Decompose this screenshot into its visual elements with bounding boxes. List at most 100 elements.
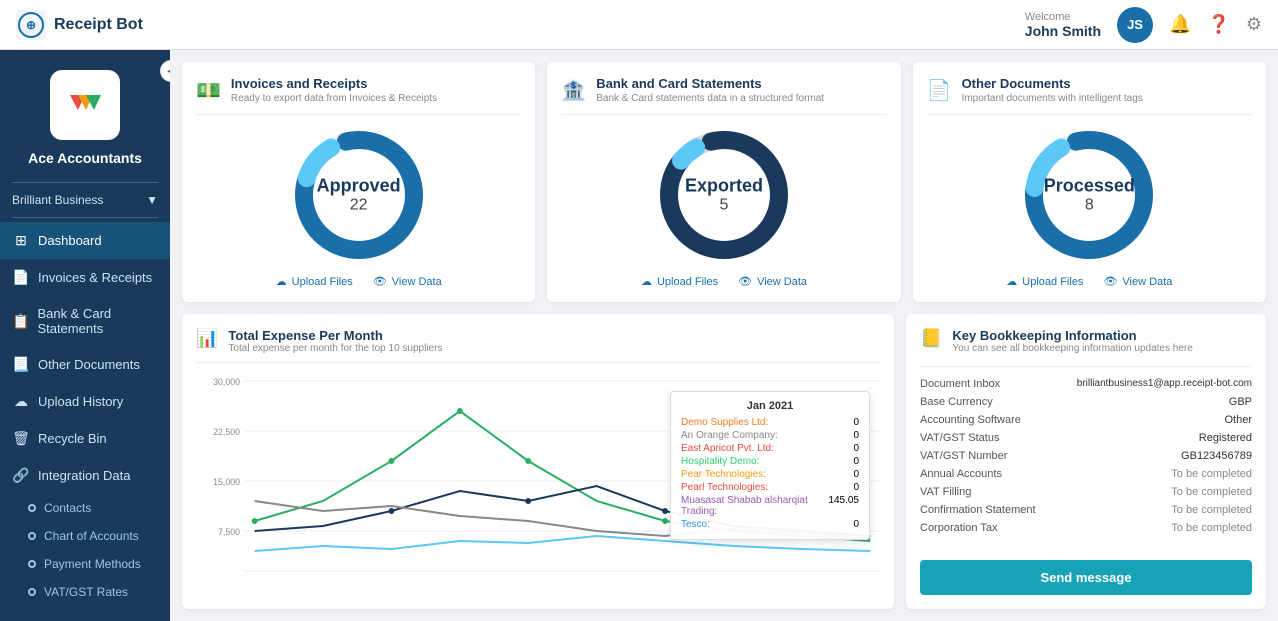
other-view-icon: 👁 <box>1103 275 1117 288</box>
chart-tooltip: Jan 2021 Demo Supplies Ltd: 0 An Orange … <box>670 391 870 540</box>
invoices-actions: ☁ Upload Files 👁 View Data <box>276 275 442 288</box>
chart-subtitle: Total expense per month for the top 10 s… <box>228 343 442 354</box>
info-row-6: VAT Filling To be completed <box>920 483 1252 501</box>
sidebar-item-recycle[interactable]: 🗑 Recycle Bin <box>0 420 170 457</box>
help-icon[interactable]: ❓ <box>1207 14 1229 35</box>
main-layout: ◀ Ace Accountants Brilliant Business ▼ ⊞… <box>0 50 1278 621</box>
company-logo-icon <box>60 85 110 125</box>
other-docs-actions: ☁ Upload Files 👁 View Data <box>1006 275 1172 288</box>
sidebar-item-contacts[interactable]: Contacts <box>0 494 170 522</box>
tooltip-row-6: Muasasat Shabab alsharqiat Trading: 145.… <box>681 494 859 518</box>
other-docs-donut: Processed 8 <box>1019 125 1159 265</box>
chart-divider <box>196 362 880 363</box>
bank-donut: Exported 5 <box>654 125 794 265</box>
company-name: Ace Accountants <box>28 150 142 166</box>
sidebar-item-bank[interactable]: 📋 Bank & Card Statements <box>0 296 170 346</box>
sidebar-item-integration[interactable]: 🔗 Integration Data <box>0 457 170 494</box>
bank-upload-icon: ☁ <box>641 275 652 288</box>
integration-icon: 🔗 <box>12 467 30 484</box>
invoices-upload-btn[interactable]: ☁ Upload Files <box>276 275 353 288</box>
bank-card-title: Bank and Card Statements <box>596 76 824 91</box>
info-row-7: Confirmation Statement To be completed <box>920 501 1252 519</box>
sidebar-item-other-docs[interactable]: 📃 Other Documents <box>0 346 170 383</box>
sub-dot-contacts <box>28 504 36 512</box>
org-selector[interactable]: Brilliant Business ▼ <box>0 187 170 213</box>
upload-icon: ☁ <box>12 393 30 410</box>
info-row-2: Accounting Software Other <box>920 411 1252 429</box>
sidebar-item-upload[interactable]: ☁ Upload History <box>0 383 170 420</box>
svg-text:15,000: 15,000 <box>213 477 240 487</box>
sub-dot-chart <box>28 532 36 540</box>
tooltip-row-2: East Apricot Pvt. Ltd: 0 <box>681 442 859 455</box>
other-docs-card-subtitle: Important documents with intelligent tag… <box>962 93 1143 104</box>
tooltip-row-5: Pearl Technologies: 0 <box>681 481 859 494</box>
bank-view-icon: 👁 <box>738 275 752 288</box>
bank-divider <box>561 114 886 115</box>
invoices-icon: 📄 <box>12 269 30 286</box>
info-row-5: Annual Accounts To be completed <box>920 465 1252 483</box>
sub-dot-vat <box>28 588 36 596</box>
other-docs-card-icon: 📄 <box>927 78 952 103</box>
svg-text:30,000: 30,000 <box>213 377 240 387</box>
bookkeeping-header: 📒 Key Bookkeeping Information You can se… <box>920 328 1252 354</box>
sidebar-divider-1 <box>12 182 158 183</box>
other-upload-icon: ☁ <box>1006 275 1017 288</box>
bank-card-header: 🏦 Bank and Card Statements Bank & Card s… <box>561 76 886 104</box>
send-message-button[interactable]: Send message <box>920 560 1252 595</box>
sidebar-item-invoices[interactable]: 📄 Invoices & Receipts <box>0 259 170 296</box>
other-docs-card-header: 📄 Other Documents Important documents wi… <box>927 76 1252 104</box>
info-row-4: VAT/GST Number GB123456789 <box>920 447 1252 465</box>
svg-text:22,500: 22,500 <box>213 427 240 437</box>
invoices-card-header: 💵 Invoices and Receipts Ready to export … <box>196 76 521 104</box>
info-row-1: Base Currency GBP <box>920 393 1252 411</box>
other-docs-card-title: Other Documents <box>962 76 1143 91</box>
settings-icon[interactable]: ⚙ <box>1246 14 1262 35</box>
view-data-icon: 👁 <box>373 275 387 288</box>
sidebar-logo-area: Ace Accountants <box>0 50 170 178</box>
bank-upload-btn[interactable]: ☁ Upload Files <box>641 275 718 288</box>
other-docs-status: Processed <box>1044 176 1135 197</box>
invoices-divider <box>196 114 521 115</box>
top-nav-right: Welcome John Smith JS 🔔 ❓ ⚙ <box>1025 7 1262 43</box>
bell-icon[interactable]: 🔔 <box>1169 14 1191 35</box>
bank-count: 5 <box>685 197 763 215</box>
user-info: Welcome John Smith <box>1025 11 1101 39</box>
avatar[interactable]: JS <box>1117 7 1153 43</box>
invoices-card-icon: 💵 <box>196 78 221 103</box>
invoices-view-btn[interactable]: 👁 View Data <box>373 275 442 288</box>
bank-card: 🏦 Bank and Card Statements Bank & Card s… <box>547 62 900 302</box>
tooltip-row-1: An Orange Company: 0 <box>681 429 859 442</box>
invoices-card-subtitle: Ready to export data from Invoices & Rec… <box>231 93 437 104</box>
info-row-3: VAT/GST Status Registered <box>920 429 1252 447</box>
company-logo-box <box>50 70 120 140</box>
brand-icon: ⊕ <box>16 10 46 40</box>
chart-icon: 📊 <box>196 328 218 349</box>
svg-text:⊕: ⊕ <box>26 18 36 32</box>
sidebar-item-vat-gst-rates[interactable]: VAT/GST Rates <box>0 578 170 606</box>
tooltip-row-7: Tesco: 0 <box>681 518 859 531</box>
bank-card-subtitle: Bank & Card statements data in a structu… <box>596 93 824 104</box>
bookkeeping-title: Key Bookkeeping Information <box>952 328 1192 343</box>
bookkeeping-subtitle: You can see all bookkeeping information … <box>952 343 1192 354</box>
bank-actions: ☁ Upload Files 👁 View Data <box>641 275 807 288</box>
bank-view-btn[interactable]: 👁 View Data <box>738 275 807 288</box>
sidebar-item-chart-of-accounts[interactable]: Chart of Accounts <box>0 522 170 550</box>
tooltip-row-0: Demo Supplies Ltd: 0 <box>681 416 859 429</box>
other-docs-view-btn[interactable]: 👁 View Data <box>1103 275 1172 288</box>
dashboard-icon: ⊞ <box>12 232 30 249</box>
chart-header: 📊 Total Expense Per Month Total expense … <box>196 328 880 354</box>
invoices-count: 22 <box>317 197 401 215</box>
sub-dot-payment <box>28 560 36 568</box>
other-docs-count: 8 <box>1044 197 1135 215</box>
other-docs-divider <box>927 114 1252 115</box>
info-row-0: Document Inbox brilliantbusiness1@app.re… <box>920 375 1252 393</box>
sidebar-divider-2 <box>12 217 158 218</box>
sidebar-item-dashboard[interactable]: ⊞ Dashboard <box>0 222 170 259</box>
other-docs-upload-btn[interactable]: ☁ Upload Files <box>1006 275 1083 288</box>
bookkeeping-divider <box>920 366 1252 367</box>
sidebar-item-payment-methods[interactable]: Payment Methods <box>0 550 170 578</box>
tooltip-row-4: Pear Technologies: 0 <box>681 468 859 481</box>
invoices-card: 💵 Invoices and Receipts Ready to export … <box>182 62 535 302</box>
bank-status: Exported <box>685 176 763 197</box>
bookkeeping-icon: 📒 <box>920 328 942 349</box>
